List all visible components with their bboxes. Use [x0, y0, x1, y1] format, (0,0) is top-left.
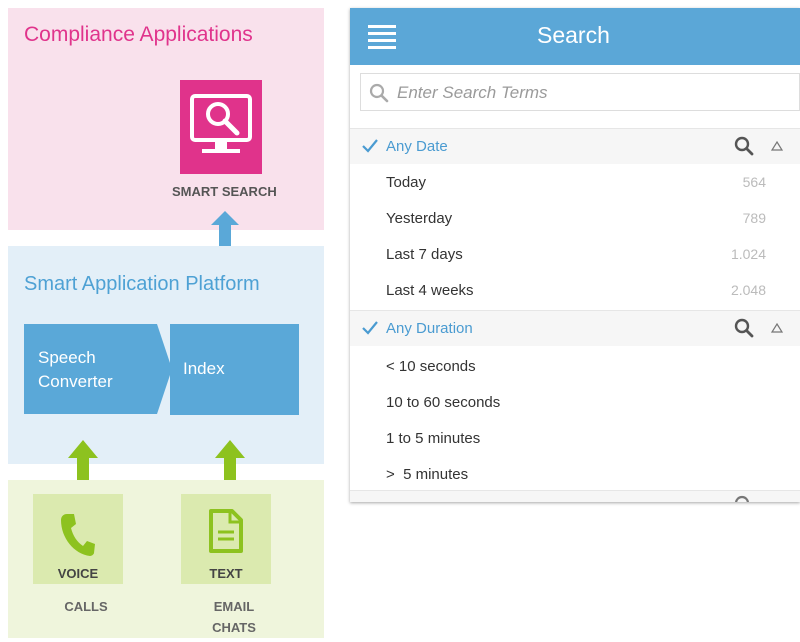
index-label: Index: [183, 359, 225, 378]
search-header: Search: [350, 8, 800, 65]
option-count: 2.048: [730, 282, 766, 298]
option-label: Today: [386, 174, 427, 191]
option-label: Yesterday: [386, 210, 453, 227]
hamburger-menu-icon[interactable]: [368, 25, 396, 51]
filter-header-duration[interactable]: Any Duration: [350, 310, 800, 346]
checkmark-icon: [362, 139, 378, 153]
text-sublabel: EMAIL CHATS: [189, 596, 279, 638]
search-title: Search: [537, 22, 610, 48]
filter-label-date: Any Date: [386, 138, 448, 155]
option-label: > 5 minutes: [386, 466, 469, 483]
filter-option-1-to-5-minutes[interactable]: 1 to 5 minutes: [350, 420, 800, 456]
collapse-triangle-icon[interactable]: [771, 323, 783, 333]
calls-label: CALLS: [64, 599, 108, 614]
compliance-applications-title: Compliance Applications: [24, 23, 253, 46]
platform-title: Smart Application Platform: [24, 273, 260, 295]
speech-converter-line2: Converter: [38, 372, 113, 391]
option-count: 1.024: [730, 246, 766, 262]
text-label: TEXT: [209, 566, 243, 581]
next-filter-header-partial: [350, 490, 800, 502]
option-count: 789: [742, 210, 766, 226]
smart-search-label: SMART SEARCH: [172, 184, 277, 199]
filter-option-last-7-days[interactable]: Last 7 days 1.024: [350, 236, 800, 272]
index-block: Index: [170, 324, 299, 415]
voice-sublabel: CALLS: [41, 596, 131, 617]
search-icon: [734, 495, 750, 502]
voice-label: VOICE: [57, 566, 99, 581]
filter-option-yesterday[interactable]: Yesterday 789: [350, 200, 800, 236]
text-source-card: TEXT: [181, 494, 271, 584]
search-icon: [369, 83, 389, 103]
search-icon[interactable]: [734, 136, 754, 156]
compliance-applications-panel: Compliance Applications SMART SEARCH: [8, 8, 324, 230]
checkmark-icon: [362, 321, 378, 335]
voice-source-card: VOICE: [33, 494, 123, 584]
option-label: 1 to 5 minutes: [386, 430, 481, 447]
filter-option-today[interactable]: Today 564: [350, 164, 800, 200]
phone-icon: [61, 514, 95, 556]
filter-option-over-5-minutes[interactable]: > 5 minutes: [350, 456, 800, 492]
smart-application-platform-panel: Smart Application Platform Speech Conver…: [8, 246, 324, 464]
document-icon: [209, 509, 243, 553]
email-label: EMAIL: [213, 599, 255, 614]
filter-option-under-10-seconds[interactable]: < 10 seconds: [350, 348, 800, 384]
option-label: Last 4 weeks: [386, 282, 474, 299]
filter-option-10-to-60-seconds[interactable]: 10 to 60 seconds: [350, 384, 800, 420]
option-label: 10 to 60 seconds: [386, 394, 501, 411]
filter-option-last-4-weeks[interactable]: Last 4 weeks 2.048: [350, 272, 800, 308]
search-field: [360, 73, 800, 112]
filter-header-date[interactable]: Any Date: [350, 128, 800, 164]
smart-search-monitor-icon[interactable]: [180, 80, 262, 174]
collapse-triangle-icon[interactable]: [771, 141, 783, 151]
filter-label-duration: Any Duration: [386, 320, 473, 337]
speech-converter-line1: Speech: [38, 348, 96, 367]
chats-label: CHATS: [212, 620, 256, 635]
sources-panel: VOICE TEXT CALLS EMAIL CHATS: [8, 480, 324, 638]
option-count: 564: [742, 174, 766, 190]
search-input[interactable]: [395, 74, 789, 112]
search-panel: Search Any Date Today 564 Yesterday 789 …: [350, 8, 800, 502]
arrow-up-icon: [211, 211, 239, 247]
option-label: < 10 seconds: [386, 358, 476, 375]
search-icon[interactable]: [734, 318, 754, 338]
speech-converter-block: Speech Converter: [24, 324, 172, 414]
option-label: Last 7 days: [386, 246, 463, 263]
